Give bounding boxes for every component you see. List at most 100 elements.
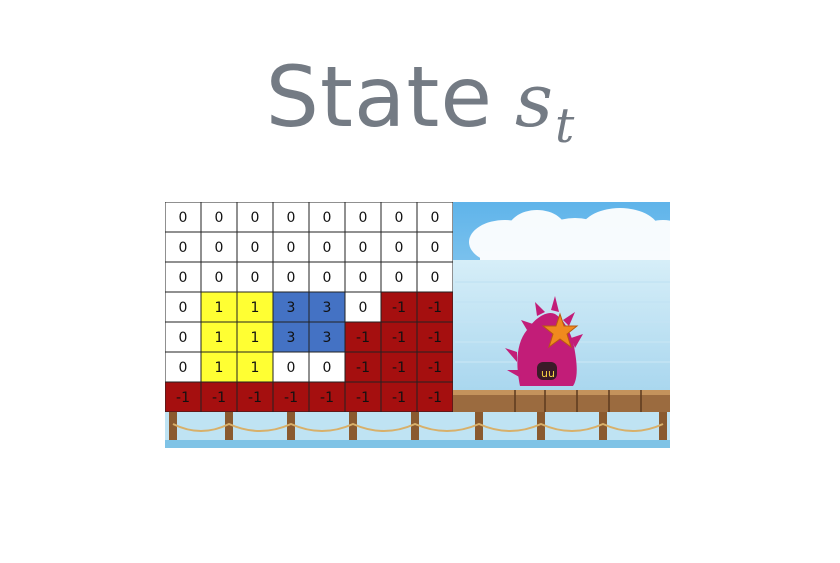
grid-cell: -1 — [380, 351, 418, 383]
grid-cell-value: 1 — [251, 300, 260, 316]
grid-cell: 1 — [236, 291, 274, 323]
grid-cell-value: 0 — [179, 300, 188, 316]
grid-cell: -1 — [380, 381, 418, 412]
grid-cell-value: 0 — [395, 240, 404, 256]
grid-cell: 0 — [200, 231, 238, 263]
grid-cell: 0 — [308, 202, 346, 233]
grid-cell: 0 — [308, 261, 346, 293]
grid-cell-value: 1 — [215, 360, 224, 376]
grid-cell: -1 — [165, 381, 202, 412]
svg-text:uu: uu — [541, 367, 555, 380]
grid-cell: 0 — [165, 291, 202, 323]
grid-cell: 0 — [308, 231, 346, 263]
grid-cell-value: 3 — [287, 300, 296, 316]
grid-cell-value: -1 — [356, 330, 370, 346]
state-subscript: t — [555, 98, 575, 154]
grid-cell: 0 — [165, 351, 202, 383]
grid-cell: 3 — [272, 291, 310, 323]
grid-cell-value: 0 — [215, 210, 224, 226]
grid-cell-value: -1 — [428, 360, 442, 376]
grid-cell-value: 0 — [179, 270, 188, 286]
grid-cell-value: 0 — [287, 360, 296, 376]
grid-cell-value: 0 — [395, 270, 404, 286]
grid-cell: -1 — [200, 381, 238, 412]
grid-cell-value: 0 — [323, 360, 332, 376]
grid-cell-value: 1 — [251, 360, 260, 376]
state-symbol-letter: s — [515, 58, 554, 144]
grid-cell-value: -1 — [392, 330, 406, 346]
grid-cell-value: 0 — [251, 240, 260, 256]
slide-title: State st — [0, 48, 840, 154]
grid-cell: -1 — [344, 321, 382, 353]
grid-cell-value: -1 — [392, 300, 406, 316]
state-grid-svg: 0 0 0 0 0 0 0 0 0 0 0 0 0 0 0 0 0 0 0 0 0 0 0 0 0 1 1 3 3 0 -1 -1 0 1 1 3 3 -… — [165, 202, 453, 412]
grid-cell: 0 — [272, 231, 310, 263]
grid-cell-value: -1 — [428, 390, 442, 406]
grid-cell: 0 — [272, 261, 310, 293]
grid-cell: 0 — [236, 202, 274, 233]
state-symbol: st — [515, 58, 574, 154]
grid-cell-value: -1 — [284, 390, 298, 406]
grid-cell-value: 0 — [179, 360, 188, 376]
grid-cell-value: -1 — [356, 390, 370, 406]
grid-cell: 0 — [236, 261, 274, 293]
grid-cell-value: 0 — [395, 210, 404, 226]
grid-cell-value: 0 — [215, 270, 224, 286]
grid-cell: 0 — [344, 291, 382, 323]
grid-cell: 0 — [165, 321, 202, 353]
grid-cell-value: 0 — [287, 240, 296, 256]
grid-cell-value: 0 — [215, 240, 224, 256]
grid-cell: 1 — [200, 351, 238, 383]
grid-cell-value: -1 — [392, 360, 406, 376]
grid-cell: 3 — [308, 321, 346, 353]
grid-cell: 0 — [416, 231, 453, 263]
grid-cell: 0 — [236, 231, 274, 263]
grid-cell: 1 — [236, 321, 274, 353]
grid-cell-value: 0 — [359, 210, 368, 226]
grid-cell: 1 — [236, 351, 274, 383]
grid-cell-value: 3 — [323, 300, 332, 316]
grid-cell-value: 1 — [215, 330, 224, 346]
grid-cell-value: 0 — [179, 330, 188, 346]
grid-cell: 0 — [272, 351, 310, 383]
grid-cell-value: 0 — [287, 210, 296, 226]
grid-cell: -1 — [416, 291, 453, 323]
grid-cell: -1 — [416, 321, 453, 353]
grid-cell: -1 — [344, 381, 382, 412]
grid-cell-value: -1 — [176, 390, 190, 406]
grid-cell-value: -1 — [428, 330, 442, 346]
grid-cell-value: -1 — [356, 360, 370, 376]
grid-cell: 1 — [200, 291, 238, 323]
grid-cell-value: 0 — [287, 270, 296, 286]
grid-cell-value: 3 — [323, 330, 332, 346]
state-grid: 0 0 0 0 0 0 0 0 0 0 0 0 0 0 0 0 0 0 0 0 0 0 0 0 0 1 1 3 3 0 -1 -1 0 1 1 3 3 -… — [165, 202, 453, 412]
grid-cell-value: 0 — [431, 270, 440, 286]
grid-cell: 1 — [200, 321, 238, 353]
grid-cell-value: 0 — [251, 210, 260, 226]
grid-cell-value: -1 — [248, 390, 262, 406]
grid-cell-value: -1 — [320, 390, 334, 406]
grid-cell: 0 — [344, 261, 382, 293]
grid-cell-value: 0 — [179, 210, 188, 226]
grid-cell-value: 0 — [323, 270, 332, 286]
grid-cell: 0 — [380, 231, 418, 263]
grid-cell: 0 — [416, 261, 453, 293]
grid-cell: 0 — [200, 261, 238, 293]
grid-cell-value: -1 — [212, 390, 226, 406]
grid-cell: -1 — [416, 381, 453, 412]
grid-cell: 0 — [165, 202, 202, 233]
grid-cell: 0 — [380, 202, 418, 233]
grid-cell: 0 — [308, 351, 346, 383]
grid-cell: -1 — [380, 291, 418, 323]
grid-cell-value: 0 — [323, 240, 332, 256]
grid-cell-value: 1 — [215, 300, 224, 316]
grid-cell: 0 — [272, 202, 310, 233]
grid-cell-value: 3 — [287, 330, 296, 346]
grid-cell: 3 — [272, 321, 310, 353]
grid-cell: 3 — [308, 291, 346, 323]
grid-cell: -1 — [272, 381, 310, 412]
grid-cell-value: 0 — [359, 240, 368, 256]
grid-cell: -1 — [416, 351, 453, 383]
grid-cell-value: 1 — [251, 330, 260, 346]
grid-cell: 0 — [344, 202, 382, 233]
